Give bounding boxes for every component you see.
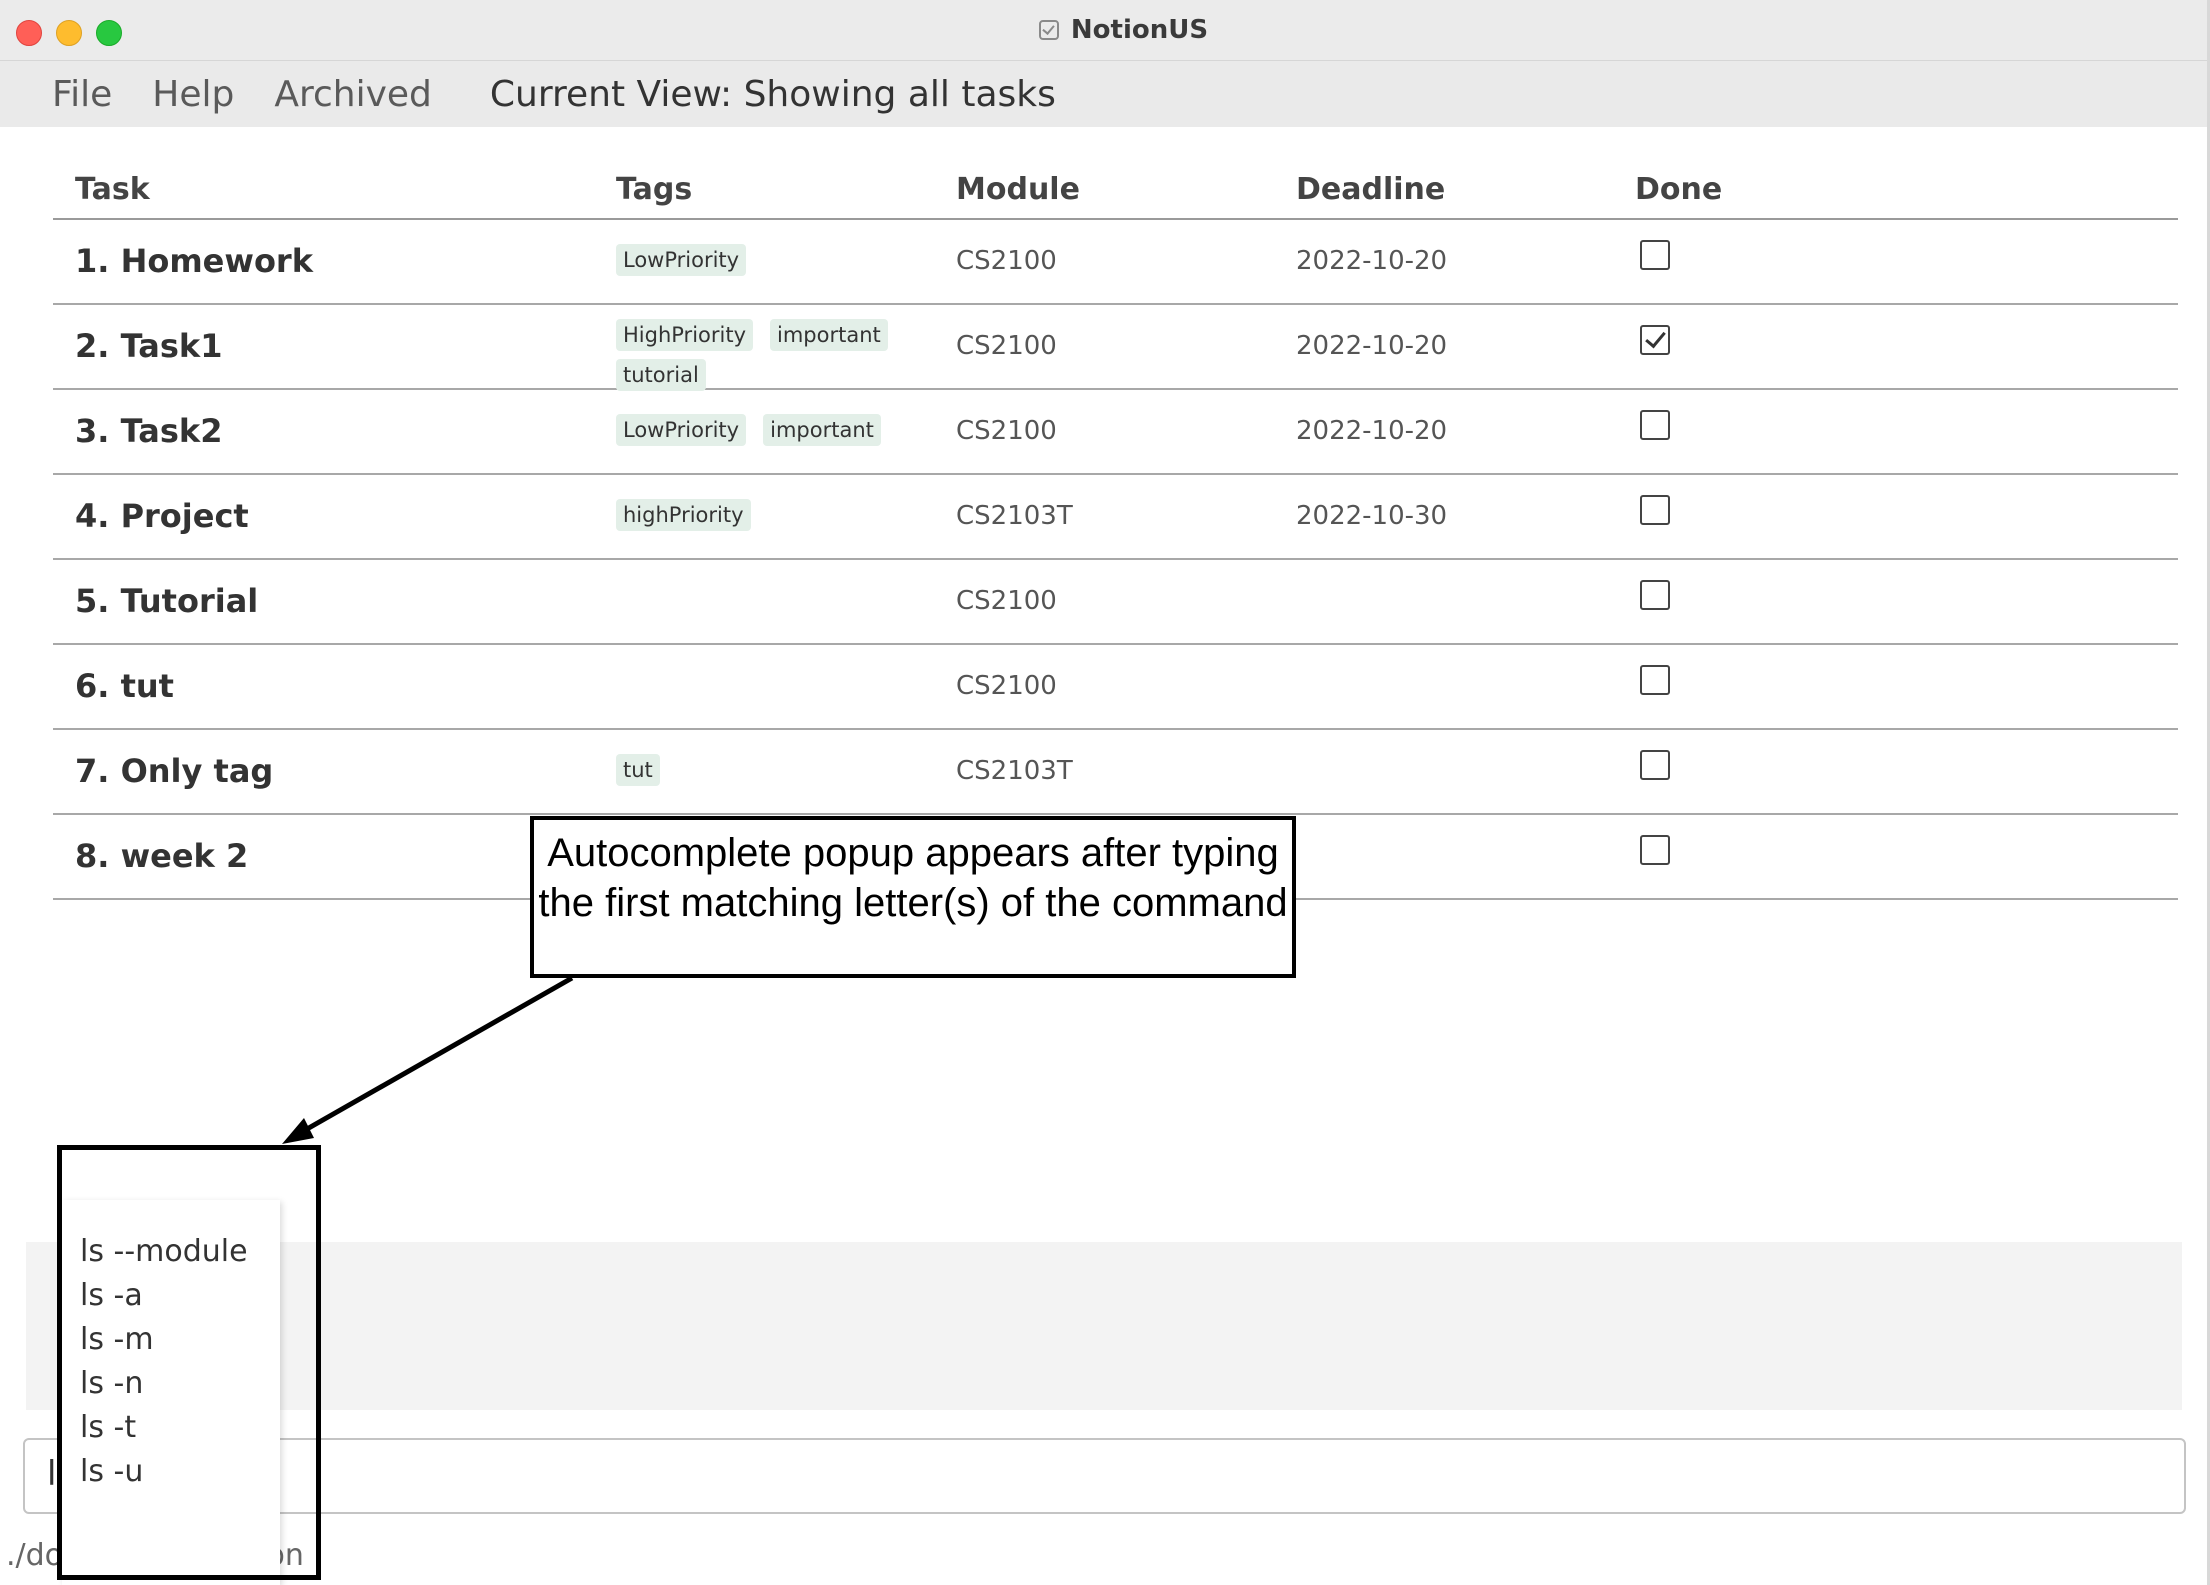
annotation-highlight-box	[57, 1145, 321, 1580]
annotation-arrow	[282, 975, 574, 1144]
app-window: NotionUS File Help Archived Current View…	[0, 0, 2210, 1585]
annotation-callout: Autocomplete popup appears after typing …	[530, 816, 1296, 978]
